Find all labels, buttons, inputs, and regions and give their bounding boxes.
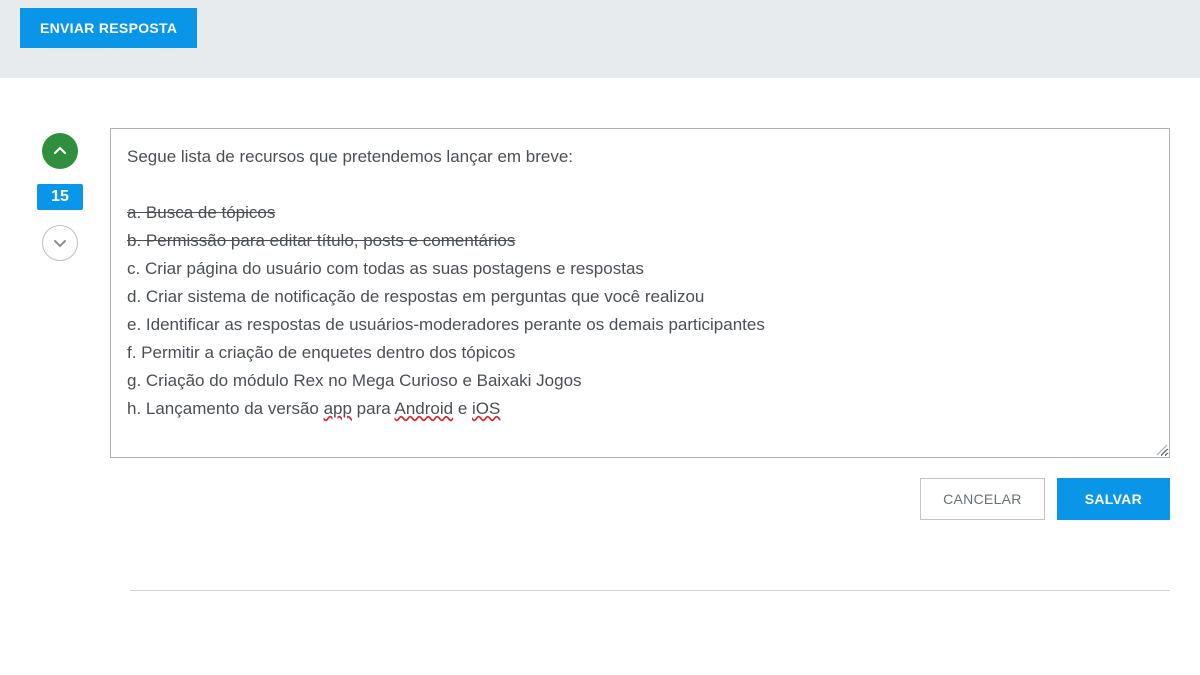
- vote-count-badge: 15: [37, 184, 83, 210]
- editor-blank-line: [127, 171, 1153, 199]
- editor-line: a. Busca de tópicos: [127, 199, 1153, 227]
- editor-text: e: [453, 399, 472, 418]
- spellcheck-word: Android: [395, 399, 454, 418]
- editor-line: f. Permitir a criação de enquetes dentro…: [127, 339, 1153, 367]
- vote-column: 15: [30, 128, 90, 520]
- editor-line: e. Identificar as respostas de usuários-…: [127, 311, 1153, 339]
- spellcheck-word: iOS: [472, 399, 500, 418]
- downvote-button[interactable]: [42, 225, 78, 261]
- editor-line-intro: Segue lista de recursos que pretendemos …: [127, 143, 1153, 171]
- editor-button-row: CANCELAR SALVAR: [110, 478, 1170, 520]
- cancel-button[interactable]: CANCELAR: [920, 478, 1045, 520]
- save-button[interactable]: SALVAR: [1057, 478, 1170, 520]
- upvote-button[interactable]: [42, 133, 78, 169]
- chevron-down-icon: [53, 236, 67, 250]
- editor-text: para: [352, 399, 395, 418]
- editor-column: Segue lista de recursos que pretendemos …: [110, 128, 1170, 520]
- editor-line: h. Lançamento da versão app para Android…: [127, 395, 1153, 423]
- top-toolbar: ENVIAR RESPOSTA: [0, 0, 1200, 78]
- spellcheck-word: app: [324, 399, 352, 418]
- strikethrough-text: a. Busca de tópicos: [127, 203, 275, 222]
- editor-line: b. Permissão para editar título, posts e…: [127, 227, 1153, 255]
- content-area: 15 Segue lista de recursos que pretendem…: [0, 78, 1200, 550]
- strikethrough-text: b. Permissão para editar título, posts e…: [127, 231, 515, 250]
- resize-handle-icon[interactable]: [1154, 442, 1168, 456]
- editor-text: h. Lançamento da versão: [127, 399, 324, 418]
- editor-line: c. Criar página do usuário com todas as …: [127, 255, 1153, 283]
- send-reply-button[interactable]: ENVIAR RESPOSTA: [20, 8, 197, 48]
- section-divider: [130, 590, 1170, 591]
- editor-line: g. Criação do módulo Rex no Mega Curioso…: [127, 367, 1153, 395]
- editor-line: d. Criar sistema de notificação de respo…: [127, 283, 1153, 311]
- post-editor-textarea[interactable]: Segue lista de recursos que pretendemos …: [110, 128, 1170, 458]
- chevron-up-icon: [53, 144, 67, 158]
